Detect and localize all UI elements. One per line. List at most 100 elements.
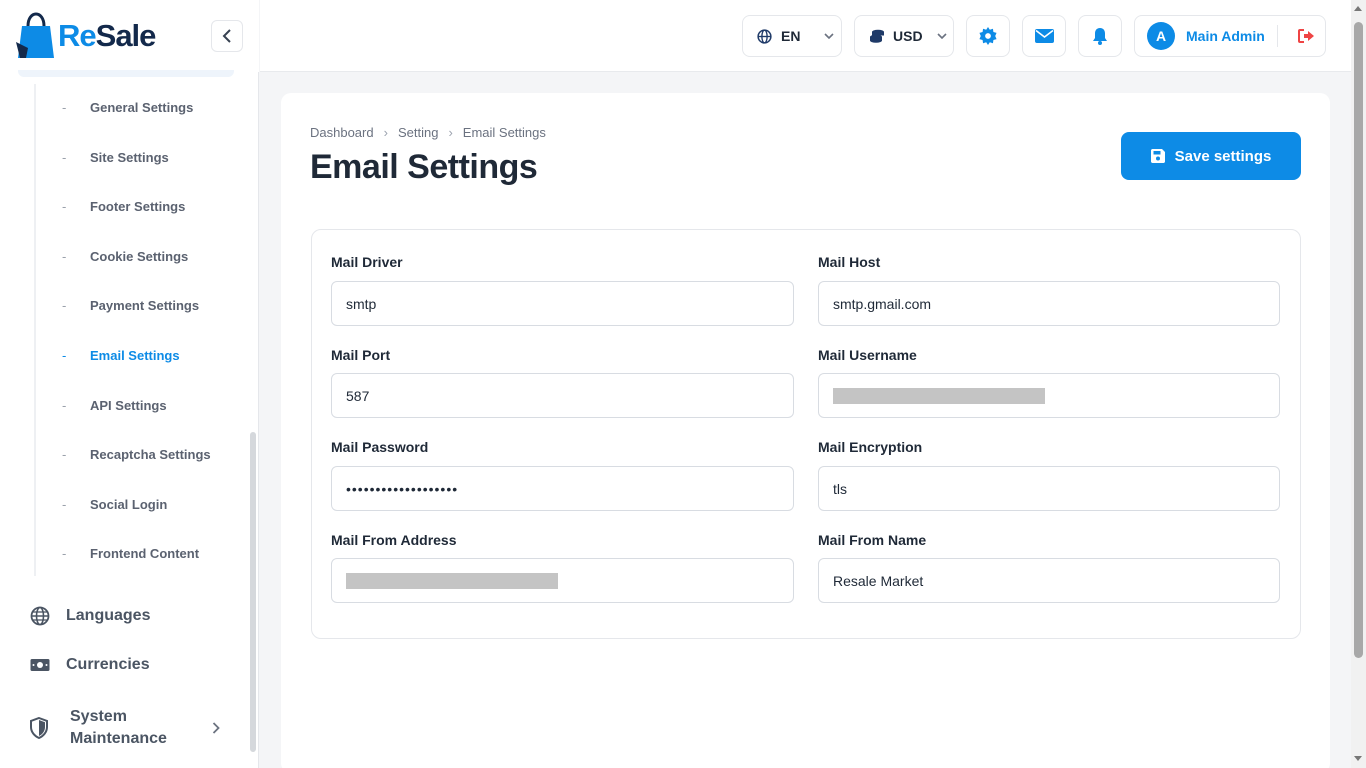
mail-username-label: Mail Username bbox=[818, 347, 917, 363]
mail-from-address-label: Mail From Address bbox=[331, 532, 457, 548]
mail-from-name-label: Mail From Name bbox=[818, 532, 927, 548]
mail-password-label: Mail Password bbox=[331, 439, 429, 455]
bell-icon bbox=[1093, 28, 1107, 45]
shopping-bag-logo-icon bbox=[16, 12, 54, 58]
logo-bar: ReSale bbox=[0, 0, 259, 72]
sidebar-item-currencies[interactable]: Currencies bbox=[30, 656, 150, 674]
sidebar-item-label: Recaptcha Settings bbox=[90, 447, 211, 462]
chevron-down-icon bbox=[824, 33, 835, 39]
mail-password-input[interactable]: ••••••••••••••••••• bbox=[331, 466, 794, 511]
sidebar-item-label: API Settings bbox=[90, 398, 167, 413]
mail-host-input[interactable]: smtp.gmail.com bbox=[818, 281, 1280, 326]
mail-host-value: smtp.gmail.com bbox=[833, 295, 932, 312]
logout-icon[interactable] bbox=[1297, 29, 1315, 43]
sidebar-item-general-settings[interactable]: - General Settings bbox=[62, 100, 193, 115]
sidebar-item-email-settings[interactable]: - Email Settings bbox=[62, 348, 180, 363]
mail-from-name-input[interactable]: Resale Market bbox=[818, 558, 1280, 603]
redacted-value bbox=[833, 387, 1045, 404]
settings-button[interactable] bbox=[966, 15, 1010, 57]
breadcrumb-dashboard[interactable]: Dashboard bbox=[310, 125, 374, 140]
mail-from-name-value: Resale Market bbox=[833, 572, 924, 589]
mail-port-input[interactable]: 587 bbox=[331, 373, 794, 418]
sidebar-item-cookie-settings[interactable]: - Cookie Settings bbox=[62, 249, 188, 264]
sidebar-item-recaptcha-settings[interactable]: - Recaptcha Settings bbox=[62, 447, 211, 462]
settings-menu-active-bg bbox=[18, 70, 234, 77]
sidebar-item-system-maintenance[interactable]: System Maintenance bbox=[30, 706, 220, 750]
sidebar-item-label: Currencies bbox=[66, 656, 150, 673]
settings-submenu-line bbox=[34, 84, 36, 576]
scroll-up-arrow-icon[interactable] bbox=[1354, 6, 1362, 11]
mail-username-input[interactable] bbox=[818, 373, 1280, 418]
mail-driver-input[interactable]: smtp bbox=[331, 281, 794, 326]
save-button-label: Save settings bbox=[1174, 147, 1272, 165]
mail-port-label: Mail Port bbox=[331, 347, 391, 363]
sidebar-item-social-login[interactable]: - Social Login bbox=[62, 497, 167, 512]
breadcrumb: Dashboard › Setting › Email Settings bbox=[310, 125, 546, 140]
chevron-left-icon bbox=[222, 29, 231, 43]
user-menu[interactable]: A Main Admin bbox=[1134, 15, 1326, 57]
sidebar-item-label: System Maintenance bbox=[70, 708, 167, 747]
gear-icon bbox=[979, 27, 997, 45]
dash: - bbox=[62, 398, 67, 413]
breadcrumb-separator: › bbox=[448, 125, 453, 140]
sidebar-collapse-button[interactable] bbox=[211, 20, 243, 52]
mail-encryption-value: tls bbox=[833, 480, 847, 497]
page-title: Email Settings bbox=[310, 148, 538, 186]
divider bbox=[1276, 25, 1278, 47]
money-bill-icon bbox=[30, 659, 50, 671]
currency-selector[interactable]: USD bbox=[854, 15, 954, 57]
brand-logo[interactable]: ReSale bbox=[16, 12, 156, 60]
mail-driver-value: smtp bbox=[346, 295, 377, 312]
envelope-icon bbox=[1034, 29, 1054, 43]
breadcrumb-separator: › bbox=[383, 125, 388, 140]
chevron-down-icon bbox=[936, 33, 947, 39]
sidebar-item-languages[interactable]: Languages bbox=[30, 606, 150, 626]
dash: - bbox=[62, 249, 67, 264]
language-value: EN bbox=[781, 28, 801, 44]
dash: - bbox=[62, 546, 67, 561]
mail-from-address-input[interactable] bbox=[331, 558, 794, 603]
breadcrumb-setting[interactable]: Setting bbox=[398, 125, 438, 140]
dash: - bbox=[62, 447, 67, 462]
mail-password-value: ••••••••••••••••••• bbox=[346, 480, 459, 497]
sidebar-item-label: Frontend Content bbox=[90, 546, 200, 561]
sidebar-item-frontend-content[interactable]: - Frontend Content bbox=[62, 546, 199, 561]
scroll-down-arrow-icon[interactable] bbox=[1354, 756, 1362, 761]
mail-encryption-label: Mail Encryption bbox=[818, 439, 923, 455]
dash: - bbox=[62, 497, 67, 512]
currency-value: USD bbox=[893, 28, 923, 44]
language-selector[interactable]: EN bbox=[742, 15, 842, 57]
sidebar-item-site-settings[interactable]: - Site Settings bbox=[62, 150, 169, 165]
save-settings-button[interactable]: Save settings bbox=[1121, 132, 1301, 180]
shield-icon bbox=[30, 717, 48, 739]
sidebar-item-api-settings[interactable]: - API Settings bbox=[62, 398, 167, 413]
breadcrumb-current: Email Settings bbox=[462, 125, 546, 140]
sidebar-item-label: General Settings bbox=[90, 100, 194, 115]
sidebar-item-footer-settings[interactable]: - Footer Settings bbox=[62, 199, 185, 214]
avatar: A bbox=[1147, 22, 1175, 50]
dash: - bbox=[62, 348, 67, 363]
sidebar-scrollbar[interactable] bbox=[250, 432, 256, 752]
mail-encryption-input[interactable]: tls bbox=[818, 466, 1280, 511]
sidebar-item-label: Payment Settings bbox=[90, 298, 200, 313]
sidebar-item-label: Social Login bbox=[90, 497, 168, 512]
brand-name: ReSale bbox=[58, 18, 156, 53]
dash: - bbox=[62, 298, 67, 313]
coins-icon bbox=[870, 29, 884, 43]
page-scrollbar[interactable] bbox=[1351, 0, 1366, 768]
sidebar-item-label: Languages bbox=[66, 607, 151, 624]
globe-icon bbox=[30, 606, 50, 626]
sidebar-item-label: Footer Settings bbox=[90, 199, 186, 214]
redacted-value bbox=[346, 572, 558, 589]
mail-driver-label: Mail Driver bbox=[331, 254, 403, 270]
dash: - bbox=[62, 100, 67, 115]
mail-host-label: Mail Host bbox=[818, 254, 881, 270]
messages-button[interactable] bbox=[1022, 15, 1066, 57]
user-name: Main Admin bbox=[1186, 28, 1265, 44]
floppy-disk-icon bbox=[1150, 149, 1165, 163]
notifications-button[interactable] bbox=[1078, 15, 1122, 57]
sidebar-item-payment-settings[interactable]: - Payment Settings bbox=[62, 298, 199, 313]
scroll-thumb[interactable] bbox=[1354, 22, 1363, 658]
sidebar-item-label: Site Settings bbox=[90, 150, 169, 165]
dash: - bbox=[62, 150, 67, 165]
